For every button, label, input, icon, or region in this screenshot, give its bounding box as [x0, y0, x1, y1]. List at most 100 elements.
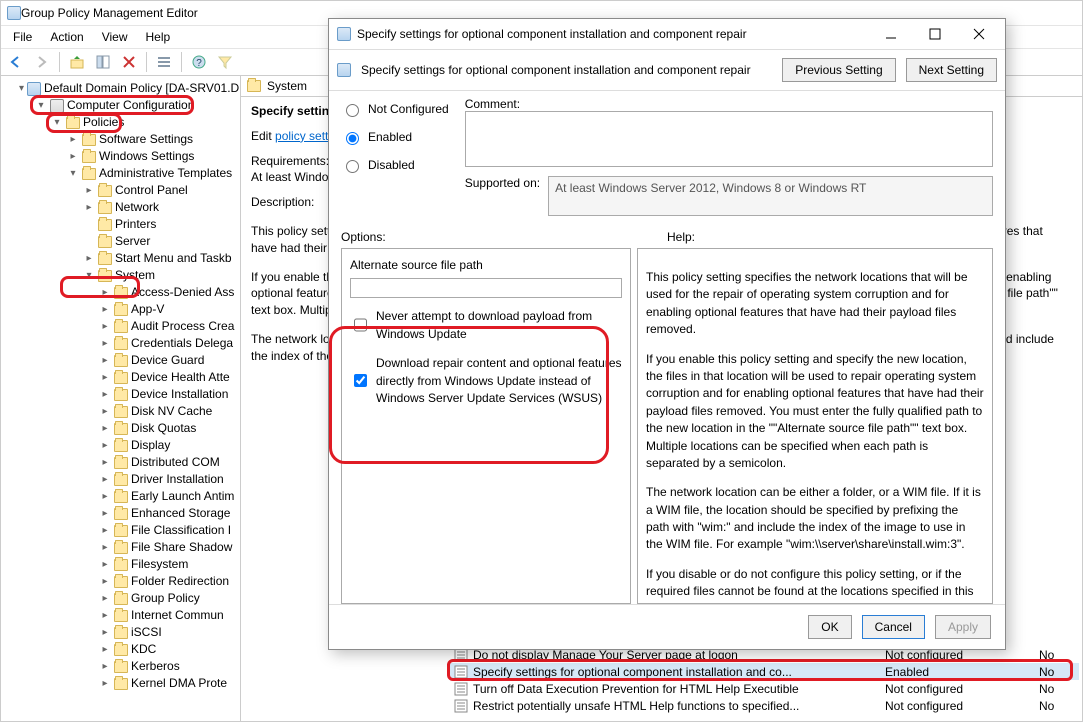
folder-icon	[114, 304, 128, 316]
tree-label: Device Guard	[131, 352, 204, 369]
ok-button[interactable]: OK	[808, 615, 851, 639]
dialog-buttons: OK Cancel Apply	[329, 604, 1005, 649]
tree-system-child[interactable]: ▸iSCSI	[97, 624, 240, 641]
tree-system-child[interactable]: ▸Access-Denied Ass	[97, 284, 240, 301]
never-download-checkbox[interactable]	[354, 310, 367, 340]
previous-setting-button[interactable]: Previous Setting	[782, 58, 895, 82]
tree-system-child[interactable]: ▸Kernel DMA Prote	[97, 675, 240, 692]
tree-system-child[interactable]: ▸Filesystem	[97, 556, 240, 573]
tree-system-child[interactable]: ▸Disk Quotas	[97, 420, 240, 437]
cancel-button[interactable]: Cancel	[862, 615, 925, 639]
setting-name: Specify settings for optional component …	[473, 665, 879, 679]
close-button[interactable]	[957, 20, 1001, 48]
dialog-titlebar[interactable]: Specify settings for optional component …	[329, 19, 1005, 49]
folder-icon	[114, 610, 128, 622]
setting-row[interactable]: Turn off Data Execution Prevention for H…	[449, 680, 1079, 697]
filter-button[interactable]	[214, 51, 236, 73]
setting-comment: No	[1039, 665, 1079, 679]
tree-label: Control Panel	[115, 182, 188, 199]
tree-system-child[interactable]: ▸Display	[97, 437, 240, 454]
tree-system-child[interactable]: ▸Group Policy	[97, 590, 240, 607]
arrow-left-icon	[8, 54, 24, 70]
setting-row[interactable]: Specify settings for optional component …	[449, 663, 1079, 680]
tree-system-child[interactable]: ▸KDC	[97, 641, 240, 658]
folder-icon	[114, 593, 128, 605]
tree-system-child[interactable]: ▸Credentials Delega	[97, 335, 240, 352]
setting-state: Not configured	[879, 699, 1039, 713]
download-from-wu-checkbox-row[interactable]: Download repair content and optional fea…	[350, 355, 622, 407]
tree-windows-settings[interactable]: ▸Windows Settings	[65, 148, 240, 165]
setting-row[interactable]: Restrict potentially unsafe HTML Help fu…	[449, 697, 1079, 714]
show-hide-tree-button[interactable]	[92, 51, 114, 73]
comment-textarea[interactable]	[465, 111, 993, 167]
tree-server[interactable]: Server	[81, 233, 240, 250]
never-download-checkbox-row[interactable]: Never attempt to download payload from W…	[350, 308, 622, 343]
next-setting-button[interactable]: Next Setting	[906, 58, 997, 82]
tree-system-child[interactable]: ▸App-V	[97, 301, 240, 318]
help-button[interactable]: ?	[188, 51, 210, 73]
back-button[interactable]	[5, 51, 27, 73]
tree-label: Server	[115, 233, 150, 250]
alt-source-input[interactable]	[350, 278, 622, 298]
tree-system-child[interactable]: ▸Kerberos	[97, 658, 240, 675]
menu-file[interactable]: File	[5, 28, 40, 46]
menu-help[interactable]: Help	[138, 28, 179, 46]
tree-system-child[interactable]: ▸Distributed COM	[97, 454, 240, 471]
folder-icon	[114, 440, 128, 452]
folder-icon	[114, 474, 128, 486]
help-pane[interactable]: This policy setting specifies the networ…	[637, 248, 993, 604]
tree-computer-configuration[interactable]: ▾Computer Configuration	[33, 97, 240, 114]
tree-system-child[interactable]: ▸Early Launch Antim	[97, 488, 240, 505]
tree-system-child[interactable]: ▸Folder Redirection	[97, 573, 240, 590]
state-radios: Not Configured Enabled Disabled	[341, 97, 449, 173]
tree-start-menu[interactable]: ▸Start Menu and Taskb	[81, 250, 240, 267]
dialog-title: Specify settings for optional component …	[357, 27, 869, 41]
tree-system-child[interactable]: ▸File Classification I	[97, 522, 240, 539]
policy-dialog: Specify settings for optional component …	[328, 18, 1006, 650]
tree-admin-templates[interactable]: ▾Administrative Templates	[65, 165, 240, 182]
tree-system-child[interactable]: ▸Device Health Atte	[97, 369, 240, 386]
tree-root[interactable]: ▾Default Domain Policy [DA-SRV01.D	[17, 80, 240, 97]
up-button[interactable]	[66, 51, 88, 73]
delete-button[interactable]	[118, 51, 140, 73]
settings-list[interactable]: Do not display Manage Your Server page a…	[449, 646, 1079, 714]
tree-system-child[interactable]: ▸File Share Shadow	[97, 539, 240, 556]
menu-view[interactable]: View	[94, 28, 136, 46]
tree-label: Windows Settings	[99, 148, 194, 165]
supported-on-label: Supported on:	[465, 176, 540, 216]
forward-button[interactable]	[31, 51, 53, 73]
close-icon	[973, 28, 985, 40]
radio-not-configured[interactable]: Not Configured	[341, 101, 449, 117]
tree-system-child[interactable]: ▸Device Guard	[97, 352, 240, 369]
tree-label: Audit Process Crea	[131, 318, 234, 335]
tree-label: iSCSI	[131, 624, 162, 641]
tree-printers[interactable]: Printers	[81, 216, 240, 233]
tree-software-settings[interactable]: ▸Software Settings	[65, 131, 240, 148]
policy-icon	[27, 82, 41, 96]
tree-system-child[interactable]: ▸Device Installation	[97, 386, 240, 403]
menu-action[interactable]: Action	[42, 28, 91, 46]
apply-button[interactable]: Apply	[935, 615, 991, 639]
radio-disabled[interactable]: Disabled	[341, 157, 449, 173]
tree-system-child[interactable]: ▸Internet Commun	[97, 607, 240, 624]
help-paragraph: This policy setting specifies the networ…	[646, 269, 984, 339]
options-pane: Alternate source file path Never attempt…	[341, 248, 631, 604]
tree-pane[interactable]: ▾Default Domain Policy [DA-SRV01.D ▾Comp…	[1, 76, 241, 721]
tree-system[interactable]: ▾System	[81, 267, 240, 284]
tree-network[interactable]: ▸Network	[81, 199, 240, 216]
tree-system-child[interactable]: ▸Audit Process Crea	[97, 318, 240, 335]
list-icon	[156, 54, 172, 70]
tree-system-child[interactable]: ▸Enhanced Storage	[97, 505, 240, 522]
radio-enabled[interactable]: Enabled	[341, 129, 449, 145]
minimize-button[interactable]	[869, 20, 913, 48]
tree-label: App-V	[131, 301, 164, 318]
tree-control-panel[interactable]: ▸Control Panel	[81, 182, 240, 199]
folder-icon	[114, 525, 128, 537]
folder-icon	[247, 80, 261, 92]
properties-button[interactable]	[153, 51, 175, 73]
maximize-button[interactable]	[913, 20, 957, 48]
tree-system-child[interactable]: ▸Driver Installation	[97, 471, 240, 488]
tree-system-child[interactable]: ▸Disk NV Cache	[97, 403, 240, 420]
download-from-wu-checkbox[interactable]	[354, 357, 367, 404]
tree-policies[interactable]: ▾Policies	[49, 114, 240, 131]
